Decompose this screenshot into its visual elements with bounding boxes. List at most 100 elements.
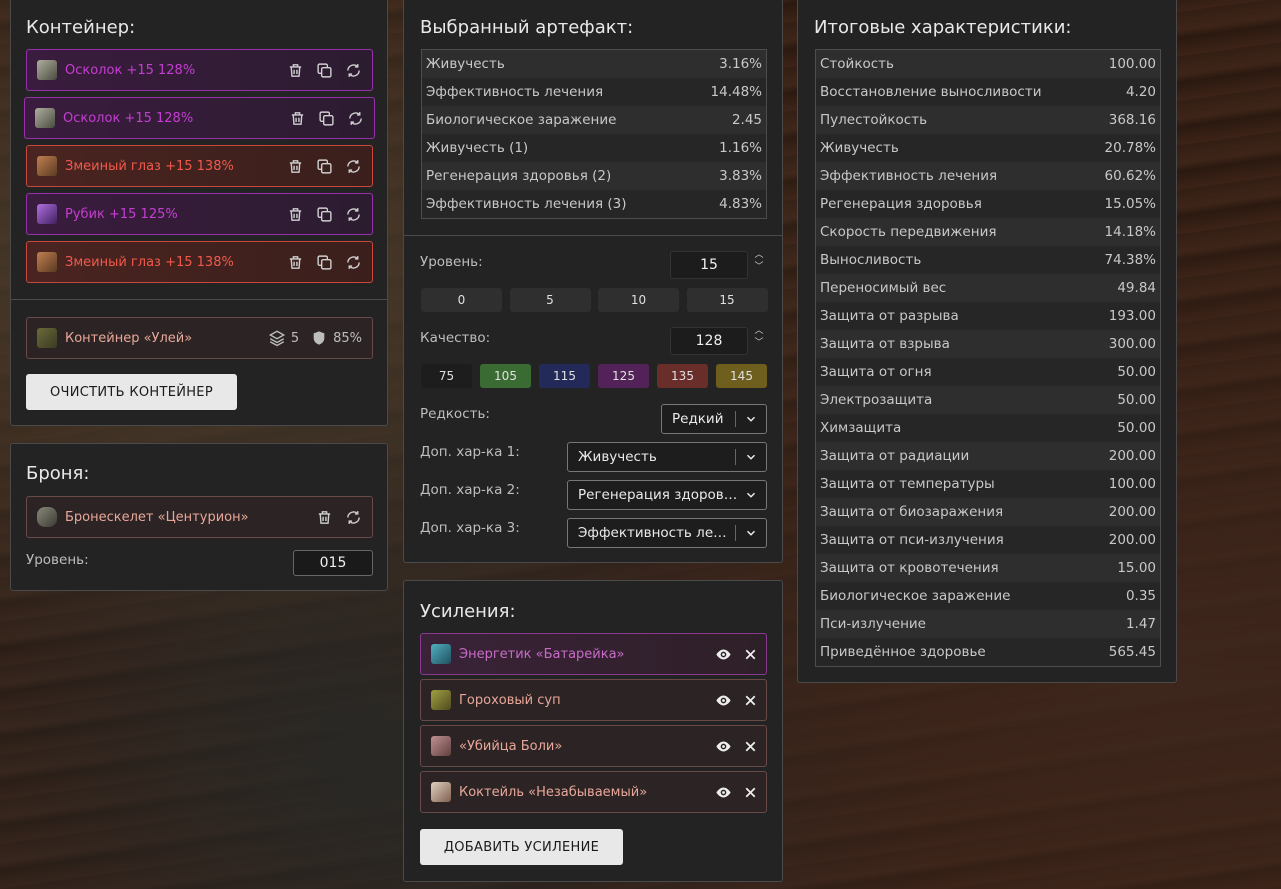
container-item[interactable]: Осколок +15 128% xyxy=(26,49,373,91)
stat-label: Скорость передвижения xyxy=(816,218,1090,246)
eye-icon[interactable] xyxy=(715,692,732,709)
trash-icon[interactable] xyxy=(287,254,304,271)
container-item-name: Рубик +15 125% xyxy=(65,206,178,222)
close-icon[interactable] xyxy=(742,646,756,663)
extra1-value: Живучесть xyxy=(578,449,657,465)
boost-item-name: Гороховый суп xyxy=(459,692,561,708)
boost-item[interactable]: Энергетик «Батарейка» xyxy=(420,633,767,675)
extra2-select[interactable]: Регенерация здоровья xyxy=(567,480,767,510)
chevron-up-icon[interactable]: ︿ xyxy=(753,325,765,337)
replace-icon[interactable] xyxy=(345,158,362,175)
replace-icon[interactable] xyxy=(345,206,362,223)
stat-label: Защита от кровотечения xyxy=(816,554,1090,582)
level-input[interactable]: 15 xyxy=(670,251,748,279)
container-item-name: Змеиный глаз +15 138% xyxy=(65,158,234,174)
boost-item[interactable]: «Убийца Боли» xyxy=(420,725,767,767)
stat-label: Эффективность лечения (3) xyxy=(422,190,690,218)
stat-row: Защита от радиации 200.00 xyxy=(816,442,1160,470)
level-stepper[interactable]: ︿ ﹀ xyxy=(753,249,765,273)
close-icon[interactable] xyxy=(742,784,756,801)
trash-icon[interactable] xyxy=(287,206,304,223)
level-preset-button[interactable]: 0 xyxy=(421,288,502,312)
boost-item[interactable]: Гороховый суп xyxy=(420,679,767,721)
stat-label: Живучесть xyxy=(816,134,1090,162)
quality-preset-button[interactable]: 105 xyxy=(480,364,531,388)
stat-label: Защита от температуры xyxy=(816,470,1090,498)
stat-row: Стойкость 100.00 xyxy=(816,50,1160,78)
boost-item-name: Энергетик «Батарейка» xyxy=(459,646,625,662)
eye-icon[interactable] xyxy=(715,646,732,663)
replace-icon[interactable] xyxy=(347,110,364,127)
snake-eye-icon xyxy=(37,252,57,272)
replace-icon[interactable] xyxy=(345,509,362,526)
container-item-name: Змеиный глаз +15 138% xyxy=(65,254,234,270)
rarity-select[interactable]: Редкий xyxy=(661,404,767,434)
artifact-title: Выбранный артефакт: xyxy=(420,17,634,38)
stat-row: Эффективность лечения 60.62% xyxy=(816,162,1160,190)
stat-label: Пулестойкость xyxy=(816,106,1090,134)
stat-value: 368.16 xyxy=(1089,106,1160,134)
slots-icon xyxy=(268,329,286,347)
quality-preset-button[interactable]: 125 xyxy=(598,364,649,388)
armor-level-input[interactable]: 015 xyxy=(293,550,373,576)
trash-icon[interactable] xyxy=(316,509,333,526)
eye-icon[interactable] xyxy=(715,738,732,755)
trash-icon[interactable] xyxy=(287,158,304,175)
copy-icon[interactable] xyxy=(318,110,335,127)
quality-preset-button[interactable]: 75 xyxy=(421,364,472,388)
close-icon[interactable] xyxy=(742,738,756,755)
container-item-name: Осколок +15 128% xyxy=(65,62,196,78)
trash-icon[interactable] xyxy=(287,62,304,79)
copy-icon[interactable] xyxy=(316,206,333,223)
stat-row: Регенерация здоровья (2) 3.83% xyxy=(422,162,766,190)
container-item-name: Осколок +15 128% xyxy=(63,110,194,126)
quality-stepper[interactable]: ︿ ﹀ xyxy=(753,325,765,349)
quality-preset-button[interactable]: 145 xyxy=(716,364,767,388)
container-item[interactable]: Змеиный глаз +15 138% xyxy=(26,241,373,283)
stat-row: Выносливость 74.38% xyxy=(816,246,1160,274)
eye-icon[interactable] xyxy=(715,784,732,801)
chevron-down-icon[interactable]: ﹀ xyxy=(753,337,765,349)
extra3-select[interactable]: Эффективность лечения xyxy=(567,518,767,548)
shard-icon xyxy=(37,60,57,80)
close-icon[interactable] xyxy=(742,692,756,709)
replace-icon[interactable] xyxy=(345,254,362,271)
stat-value: 20.78% xyxy=(1089,134,1160,162)
copy-icon[interactable] xyxy=(316,254,333,271)
clear-container-button[interactable]: ОЧИСТИТЬ КОНТЕЙНЕР xyxy=(26,374,237,410)
chevron-down-icon[interactable]: ﹀ xyxy=(753,261,765,273)
copy-icon[interactable] xyxy=(316,158,333,175)
container-item[interactable]: Змеиный глаз +15 138% xyxy=(26,145,373,187)
container-selected[interactable]: Контейнер «Улей» 5 85% xyxy=(26,317,373,359)
stat-row: Скорость передвижения 14.18% xyxy=(816,218,1160,246)
exoskeleton-icon xyxy=(37,507,57,527)
level-preset-button[interactable]: 10 xyxy=(598,288,679,312)
stat-row: Регенерация здоровья 15.05% xyxy=(816,190,1160,218)
chevron-up-icon[interactable]: ︿ xyxy=(753,249,765,261)
stat-row: Электрозащита 50.00 xyxy=(816,386,1160,414)
trash-icon[interactable] xyxy=(289,110,306,127)
replace-icon[interactable] xyxy=(345,62,362,79)
add-boost-button[interactable]: ДОБАВИТЬ УСИЛЕНИЕ xyxy=(420,829,623,865)
stat-row: Живучесть 20.78% xyxy=(816,134,1160,162)
quality-input[interactable]: 128 xyxy=(670,327,748,355)
container-item[interactable]: Осколок +15 128% xyxy=(24,97,375,139)
quality-preset-button[interactable]: 135 xyxy=(657,364,708,388)
copy-icon[interactable] xyxy=(316,62,333,79)
quality-preset-button[interactable]: 115 xyxy=(539,364,590,388)
artifact-panel: Выбранный артефакт: Живучесть 3.16% Эффект… xyxy=(403,0,783,563)
stat-row: Защита от температуры 100.00 xyxy=(816,470,1160,498)
extra1-select[interactable]: Живучесть xyxy=(567,442,767,472)
boost-item[interactable]: Коктейль «Незабываемый» xyxy=(420,771,767,813)
boost-item-name: Коктейль «Незабываемый» xyxy=(459,784,648,800)
stat-value: 4.20 xyxy=(1089,78,1160,106)
stat-label: Переносимый вес xyxy=(816,274,1090,302)
stat-value: 4.83% xyxy=(689,190,766,218)
chevron-down-icon xyxy=(746,416,756,422)
container-item[interactable]: Рубик +15 125% xyxy=(26,193,373,235)
level-preset-button[interactable]: 5 xyxy=(509,288,591,312)
level-preset-button[interactable]: 15 xyxy=(686,288,768,312)
stat-value: 200.00 xyxy=(1089,498,1160,526)
armor-item[interactable]: Бронескелет «Центурион» xyxy=(26,496,373,538)
stat-label: Электрозащита xyxy=(816,386,1090,414)
